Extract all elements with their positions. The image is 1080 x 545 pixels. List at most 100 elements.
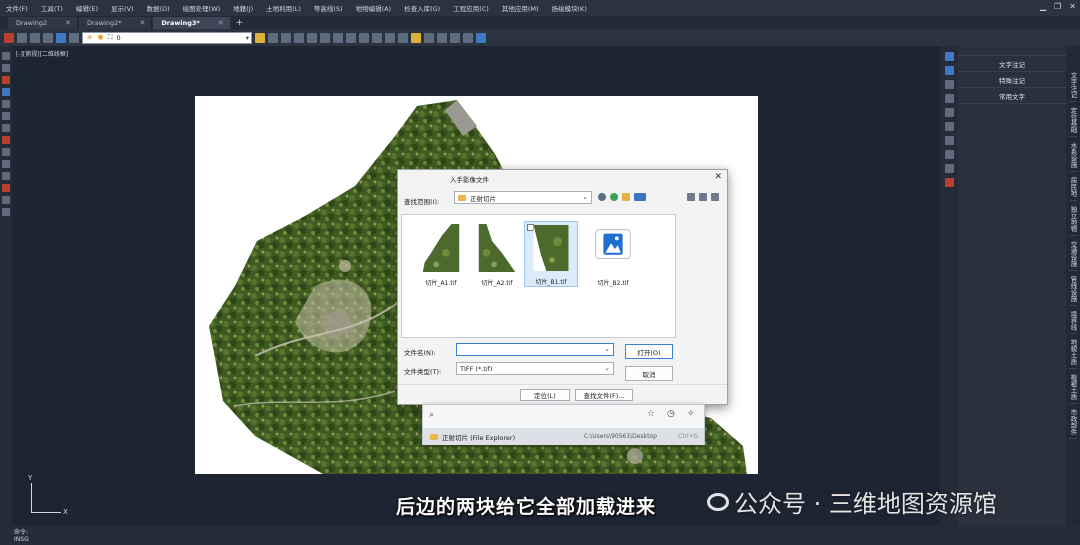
- file-item-selected[interactable]: 切片_B1.tif: [524, 221, 578, 287]
- menu-item[interactable]: 等高线(S): [314, 3, 343, 13]
- close-icon[interactable]: ✕: [218, 19, 224, 27]
- tools-icon[interactable]: [711, 193, 719, 201]
- node-tool-icon[interactable]: [944, 108, 954, 117]
- 3d-view-icon[interactable]: [4, 32, 14, 43]
- close-icon[interactable]: ✕: [139, 19, 145, 27]
- minimize-icon[interactable]: ▁: [1040, 2, 1046, 11]
- close-icon[interactable]: ✕: [714, 172, 722, 182]
- erase-tool-icon[interactable]: [2, 136, 10, 144]
- open-folder-icon[interactable]: [255, 32, 265, 43]
- preview-icon[interactable]: [699, 193, 707, 201]
- up-folder-icon[interactable]: [610, 193, 618, 201]
- pan-hand-icon[interactable]: [294, 32, 304, 43]
- trim-icon[interactable]: [450, 32, 460, 43]
- cross-tool-icon[interactable]: [944, 150, 954, 159]
- vtab-positioning[interactable]: 定位基础: [1069, 107, 1077, 137]
- scale-tool-icon[interactable]: [944, 122, 954, 131]
- search-icon[interactable]: [687, 193, 695, 201]
- open-file-icon[interactable]: [30, 32, 40, 43]
- block-tool-icon[interactable]: [2, 160, 10, 168]
- new-folder-icon[interactable]: [622, 193, 630, 201]
- tab-drawing3-active[interactable]: Drawing3* ✕: [153, 17, 230, 29]
- menu-item[interactable]: 工具(T): [41, 3, 63, 13]
- plot-icon[interactable]: [281, 32, 291, 43]
- file-item[interactable]: 切片_B2.tif: [586, 221, 640, 287]
- vtab-boundary[interactable]: 境界线: [1069, 311, 1077, 334]
- add-tab-icon[interactable]: +: [236, 17, 244, 29]
- file-item[interactable]: 切片_A2.tif: [470, 221, 524, 287]
- restore-icon[interactable]: ❐: [1054, 2, 1061, 11]
- vtab-landform[interactable]: 地貌土质: [1069, 339, 1077, 369]
- offset-tool-icon[interactable]: [2, 196, 10, 204]
- open-button[interactable]: 打开(O): [625, 344, 673, 359]
- viewport-label[interactable]: [-][俯视][二维线框]: [16, 49, 68, 58]
- vtab-vegetation[interactable]: 植被土质: [1069, 374, 1077, 404]
- edit-tool-icon[interactable]: [944, 80, 954, 89]
- curve-tool-icon[interactable]: [944, 94, 954, 103]
- menu-item[interactable]: 工程应用(C): [453, 3, 489, 13]
- arc-tool-icon[interactable]: [2, 100, 10, 108]
- menu-item[interactable]: 土地利用(L): [266, 3, 301, 13]
- annotation-tool-icon[interactable]: [944, 52, 954, 61]
- launcher-result[interactable]: 正射切片 (File Explorer): [423, 428, 704, 445]
- menu-item[interactable]: 地物编辑(A): [356, 3, 392, 13]
- break-tool-icon[interactable]: [2, 184, 10, 192]
- layer-select[interactable]: ☀ ✺ ⛶ 0 ▾: [82, 31, 252, 44]
- close-icon[interactable]: ✕: [65, 19, 71, 27]
- menu-item[interactable]: 编辑(E): [76, 3, 98, 13]
- extend-icon[interactable]: [463, 32, 473, 43]
- symbol-tool-icon[interactable]: [944, 66, 954, 75]
- vtab-residence[interactable]: 居民地: [1069, 177, 1077, 201]
- panel-item-text-annotation[interactable]: 文字注记: [958, 56, 1066, 72]
- help-icon[interactable]: [476, 32, 486, 43]
- hatch-tool-icon[interactable]: [2, 124, 10, 132]
- panel-item-special-annotation[interactable]: 特殊注记: [958, 72, 1066, 88]
- redo-icon[interactable]: [372, 32, 382, 43]
- vtab-text-annotation[interactable]: 文字注记: [1069, 72, 1077, 102]
- dimension-tool-icon[interactable]: [2, 172, 10, 180]
- layer-state-icon[interactable]: [69, 32, 79, 43]
- tab-drawing2[interactable]: Drawing2 ✕: [8, 17, 78, 29]
- tab-drawing2-modified[interactable]: Drawing2* ✕: [79, 17, 152, 29]
- file-list[interactable]: 切片_A1.tif 切片_A2.tif 切片_B1.tif 切片_B2.tif: [401, 214, 676, 338]
- locate-button[interactable]: 定位(L): [520, 389, 570, 401]
- history-icon[interactable]: ◷: [667, 409, 675, 419]
- vtab-traffic[interactable]: 交通设施: [1069, 241, 1077, 271]
- properties-icon[interactable]: [385, 32, 395, 43]
- close-icon[interactable]: ✕: [1069, 2, 1076, 11]
- zoom-icon[interactable]: [307, 32, 317, 43]
- frame-tool-icon[interactable]: [944, 164, 954, 173]
- panel-item-common-text[interactable]: 常用文字: [958, 88, 1066, 104]
- cancel-button[interactable]: 取消: [625, 366, 673, 381]
- design-center-icon[interactable]: [398, 32, 408, 43]
- vtab-pipelines[interactable]: 管线设施: [1069, 276, 1077, 306]
- vtab-features[interactable]: 独立地物: [1069, 206, 1077, 236]
- find-file-button[interactable]: 查找文件(F)...: [575, 389, 633, 401]
- point-tool-icon[interactable]: [2, 76, 10, 84]
- vtab-municipal[interactable]: 市政部件: [1069, 409, 1077, 439]
- menu-item[interactable]: 绘图处理(W): [183, 3, 221, 13]
- zoom-previous-icon[interactable]: [346, 32, 356, 43]
- menu-item[interactable]: 文件(F): [6, 3, 28, 13]
- save-disk-icon[interactable]: [268, 32, 278, 43]
- filetype-select[interactable]: TIFF (*.tif) ⌄: [456, 362, 614, 375]
- lookin-select[interactable]: 正射切片 ⌄: [454, 191, 592, 204]
- back-icon[interactable]: [598, 193, 606, 201]
- zoom-extents-icon[interactable]: [333, 32, 343, 43]
- menu-item[interactable]: 其他应用(M): [502, 3, 539, 13]
- text-tool-icon[interactable]: [2, 148, 10, 156]
- command-line[interactable]: [0, 526, 940, 545]
- view-menu-icon[interactable]: [634, 193, 646, 201]
- save-icon[interactable]: [43, 32, 53, 43]
- region-tool-icon[interactable]: [944, 136, 954, 145]
- file-item[interactable]: 切片_A1.tif: [414, 221, 468, 287]
- menu-item[interactable]: 显示(V): [111, 3, 134, 13]
- circle-tool-icon[interactable]: [2, 88, 10, 96]
- move-icon[interactable]: [424, 32, 434, 43]
- measure-tool-icon[interactable]: [2, 208, 10, 216]
- menu-item[interactable]: 地籍(J): [233, 3, 253, 13]
- layer-manager-icon[interactable]: [56, 32, 66, 43]
- line-tool-icon[interactable]: [2, 52, 10, 60]
- filename-input[interactable]: ⌄: [456, 343, 614, 356]
- copy-icon[interactable]: [437, 32, 447, 43]
